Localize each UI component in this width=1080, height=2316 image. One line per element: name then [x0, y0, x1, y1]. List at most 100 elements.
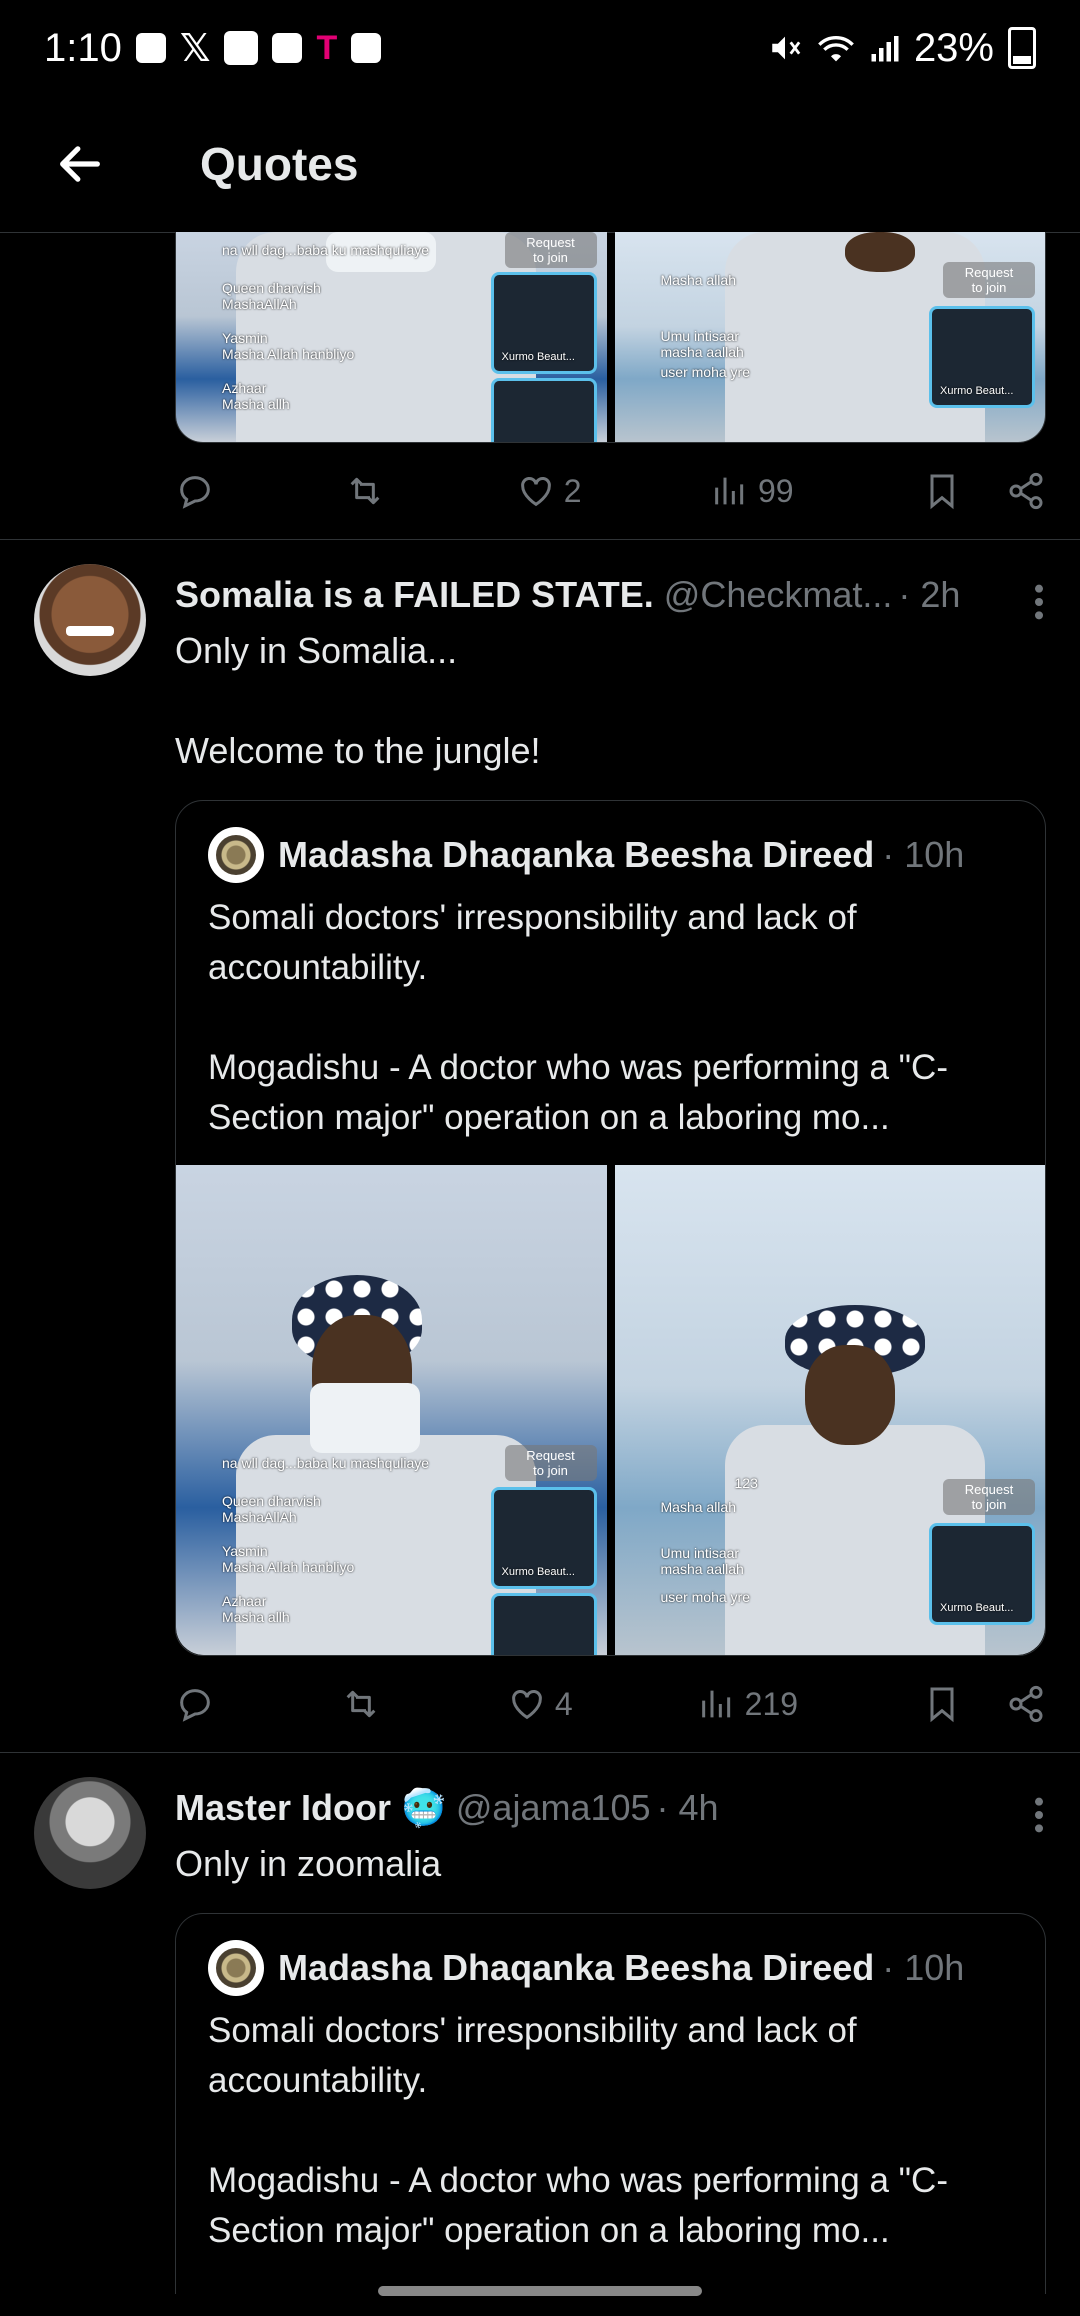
back-arrow-icon: [60, 146, 100, 182]
heart-icon: [512, 1690, 542, 1720]
quote-avatar: [208, 827, 264, 883]
like-button[interactable]: 4: [507, 1684, 573, 1724]
ad-blocker-icon: [224, 31, 259, 65]
bookmark-icon[interactable]: [922, 1684, 962, 1724]
guest-cam-box: Xurmo Beaut...: [929, 1523, 1035, 1625]
timestamp[interactable]: · 4h: [657, 1787, 719, 1829]
request-to-join-label: Request to join: [943, 1479, 1035, 1515]
like-count: 2: [563, 472, 582, 509]
reply-button[interactable]: [175, 471, 215, 511]
cold-face-emoji: 🥶: [401, 1787, 446, 1828]
repost-button[interactable]: [343, 471, 387, 511]
overlay-text: masha aallah: [660, 1561, 744, 1577]
tweet-header: Master Idoor 🥶 @ajama105 · 4h: [175, 1777, 1046, 1839]
like-count: 4: [554, 1685, 573, 1722]
repost-icon: [346, 1690, 376, 1718]
overlay-count: 123: [734, 1475, 758, 1491]
quote-timestamp: · 10h: [882, 1947, 965, 1988]
tweet-header: Somalia is a FAILED STATE. @Checkmat... …: [175, 564, 1046, 626]
overlay-text: na wll dag...baba ku mashquliaye: [222, 242, 430, 258]
guest-name: Xurmo Beaut...: [940, 385, 1014, 397]
tweet-text: Only in zoomalia: [175, 1843, 442, 1884]
x-app-icon: 𝕏: [179, 27, 211, 70]
overlay-text: Umu intisaar: [660, 1545, 740, 1561]
more-vertical-icon: [1035, 584, 1043, 620]
device-icon: [135, 33, 166, 63]
overlay-text: user moha yre: [660, 364, 750, 380]
guest-name: Xurmo Beaut...: [501, 1566, 575, 1578]
media-image-left[interactable]: na wll dag...baba ku mashquliaye Queen d…: [176, 232, 607, 442]
quote-media[interactable]: na wll dag...baba ku mashquliaye Queen d…: [176, 1165, 1045, 1655]
more-options-button[interactable]: [1032, 1795, 1046, 1840]
quote-header: Madasha Dhaqanka Beesha Direed · 10h: [176, 1914, 1045, 1996]
back-button[interactable]: [20, 104, 140, 224]
guest-cam-box: [490, 378, 597, 442]
request-to-join-label: Request to join: [504, 232, 597, 268]
media-image-left[interactable]: na wll dag...baba ku mashquliaye Queen d…: [176, 1165, 607, 1655]
tweet-previous[interactable]: na wll dag...baba ku mashquliaye Queen d…: [0, 232, 1080, 540]
share-icon[interactable]: [1006, 471, 1046, 511]
timestamp[interactable]: · 2h: [898, 574, 960, 616]
overlay-text: Azhaar: [222, 1593, 267, 1609]
like-button[interactable]: 2: [516, 471, 582, 511]
tweet[interactable]: Master Idoor 🥶 @ajama105 · 4h Only in zo…: [0, 1753, 1080, 2294]
gesture-nav-handle[interactable]: [378, 2286, 702, 2296]
gallery-icon: [272, 33, 303, 63]
media-image-right[interactable]: Masha allah Umu intisaar masha aallah us…: [614, 232, 1045, 442]
overlay-text: Masha Allah hanbliyo: [222, 346, 355, 362]
overlay-text: Queen dharvish: [222, 280, 321, 296]
tweet[interactable]: Somalia is a FAILED STATE. @Checkmat... …: [0, 540, 1080, 1753]
heart-icon: [520, 477, 551, 507]
tmobile-icon: T: [316, 28, 338, 67]
overlay-text: MashaAllAh: [222, 1509, 297, 1525]
quoted-tweet[interactable]: Madasha Dhaqanka Beesha Direed · 10h Som…: [175, 800, 1046, 1656]
tweet-media[interactable]: na wll dag...baba ku mashquliaye Queen d…: [175, 232, 1046, 443]
quoted-tweet[interactable]: Madasha Dhaqanka Beesha Direed · 10h Som…: [175, 1913, 1046, 2294]
views-button[interactable]: 99: [710, 471, 794, 511]
overlay-text: na wll dag...baba ku mashquliaye: [222, 1455, 430, 1471]
share-icon[interactable]: [1006, 1684, 1046, 1724]
page-title: Quotes: [200, 138, 359, 190]
handle[interactable]: @ajama105: [456, 1787, 651, 1829]
avatar[interactable]: [34, 564, 146, 676]
tweet-extra-actions: [922, 1684, 1046, 1724]
app-header: Quotes: [0, 96, 1080, 233]
guest-name: Xurmo Beaut...: [940, 1602, 1014, 1614]
guest-cam-box: [490, 1593, 597, 1655]
repost-button[interactable]: [339, 1684, 383, 1724]
media-image-right[interactable]: Masha allah Umu intisaar masha aallah us…: [614, 1165, 1045, 1655]
views-button[interactable]: 219: [697, 1684, 798, 1724]
quote-avatar: [208, 1940, 264, 1996]
battery-percent: 23%: [913, 25, 994, 70]
clock: 1:10: [44, 25, 122, 70]
overlay-text: Yasmin: [222, 1543, 268, 1559]
bookmark-icon[interactable]: [922, 471, 962, 511]
overlay-text: Umu intisaar: [660, 328, 740, 344]
avatar[interactable]: [34, 1777, 146, 1889]
voicemail-icon: [351, 33, 382, 63]
overlay-text: Azhaar: [222, 380, 267, 396]
overlay-text: Masha allh: [222, 1609, 290, 1625]
overlay-text: MashaAllAh: [222, 296, 297, 312]
display-name[interactable]: Master Idoor: [175, 1787, 391, 1829]
status-bar: 1:10 𝕏 T 23%: [0, 0, 1080, 96]
overlay-text: Masha allh: [222, 396, 290, 412]
status-right: 23%: [768, 26, 1036, 71]
handle[interactable]: @Checkmat...: [664, 574, 893, 616]
tweet-actions: 2 99: [175, 443, 1046, 539]
overlay-text: Masha allah: [660, 272, 737, 288]
views-icon: [701, 1690, 730, 1718]
more-options-button[interactable]: [1032, 582, 1046, 627]
quotes-feed[interactable]: na wll dag...baba ku mashquliaye Queen d…: [0, 232, 1080, 2294]
repost-icon: [350, 477, 380, 505]
reply-button[interactable]: [175, 1684, 215, 1724]
guest-cam-box: Xurmo Beaut...: [929, 306, 1035, 408]
tweet-text: Only in Somalia... Welcome to the jungle…: [175, 630, 541, 771]
overlay-text: Yasmin: [222, 330, 268, 346]
view-count: 219: [744, 1685, 799, 1722]
display-name[interactable]: Somalia is a FAILED STATE.: [175, 574, 654, 616]
wifi-icon: [818, 36, 854, 62]
tweet-actions: 4 219: [175, 1656, 1046, 1752]
quote-timestamp: · 10h: [882, 834, 965, 875]
quote-text: Somali doctors' irresponsibility and lac…: [208, 898, 948, 1137]
